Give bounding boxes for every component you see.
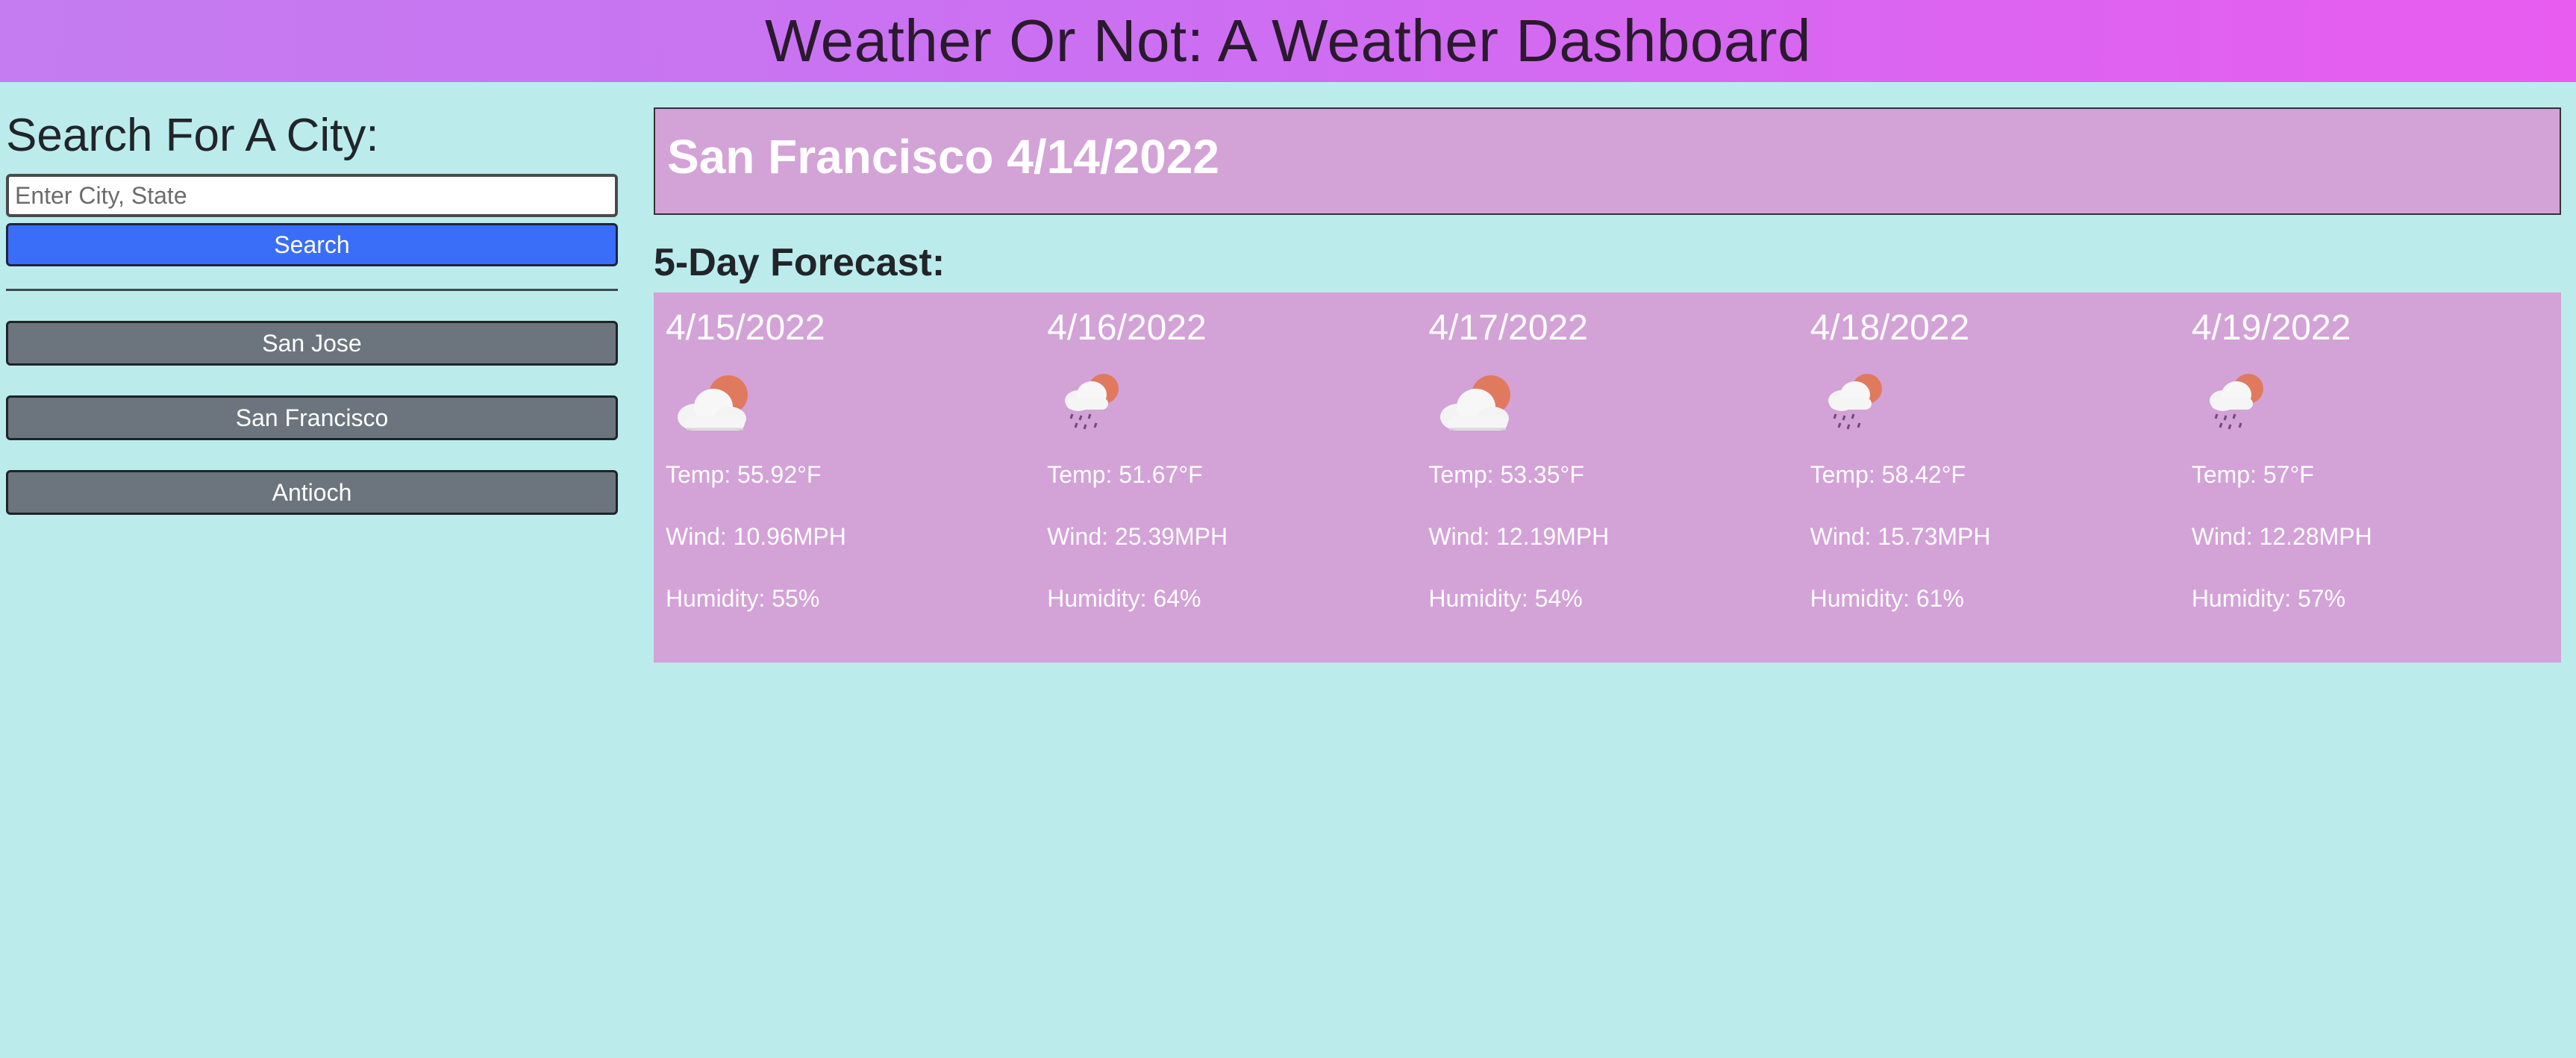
forecast-date: 4/19/2022 [2191, 308, 2351, 348]
forecast-date: 4/15/2022 [666, 308, 825, 348]
forecast-date: 4/17/2022 [1428, 308, 1588, 348]
forecast-row: 4/15/2022 Temp: 55.92°F Wind: 10.96MPH H… [654, 292, 2561, 663]
partly-cloudy-icon [678, 375, 748, 431]
forecast-humidity: Humidity: 64% [1047, 585, 1201, 612]
forecast-card: 4/16/2022 Temp: 51.67°F Wind: 25.39MPH H… [1035, 292, 1416, 663]
current-city-date: San Francisco 4/14/2022 [667, 130, 1219, 184]
forecast-humidity: Humidity: 61% [1810, 585, 1964, 612]
forecast-date: 4/16/2022 [1047, 308, 1207, 348]
forecast-humidity: Humidity: 54% [1428, 585, 1583, 612]
forecast-temp: Temp: 53.35°F [1428, 461, 1584, 488]
city-search-input[interactable] [6, 174, 618, 217]
weather-main: San Francisco 4/14/2022 5-Day Forecast: … [654, 107, 2561, 663]
forecast-temp: Temp: 51.67°F [1047, 461, 1203, 488]
rain-sun-icon [1065, 374, 1119, 430]
search-sidebar: Search For A City: Search San Jose San F… [6, 82, 618, 545]
history-button-antioch[interactable]: Antioch [6, 470, 618, 515]
forecast-card: 4/17/2022 Temp: 53.35°F Wind: 12.19MPH H… [1416, 292, 1798, 663]
forecast-card: 4/15/2022 Temp: 55.92°F Wind: 10.96MPH H… [654, 292, 1035, 663]
sidebar-divider [6, 289, 618, 291]
search-heading: Search For A City: [6, 110, 379, 161]
forecast-humidity: Humidity: 55% [666, 585, 820, 612]
current-weather-panel: San Francisco 4/14/2022 [654, 107, 2561, 215]
forecast-wind: Wind: 25.39MPH [1047, 523, 1228, 550]
app-header: Weather Or Not: A Weather Dashboard [0, 0, 2576, 82]
forecast-wind: Wind: 10.96MPH [666, 523, 846, 550]
search-button[interactable]: Search [6, 223, 618, 266]
forecast-card: 4/19/2022 Temp: 57°F Wind: 12.28MPH Humi… [2180, 292, 2561, 663]
partly-cloudy-icon [1440, 375, 1511, 431]
forecast-temp: Temp: 57°F [2191, 461, 2314, 488]
history-button-san-francisco[interactable]: San Francisco [6, 395, 618, 440]
history-button-san-jose[interactable]: San Jose [6, 321, 618, 366]
page-title: Weather Or Not: A Weather Dashboard [765, 7, 1811, 74]
forecast-card: 4/18/2022 Temp: 58.42°F Wind: 15.73MPH H… [1798, 292, 2180, 663]
forecast-date: 4/18/2022 [1810, 308, 1970, 348]
forecast-heading: 5-Day Forecast: [654, 241, 945, 284]
forecast-wind: Wind: 15.73MPH [1810, 523, 1991, 550]
rain-sun-icon [2209, 374, 2263, 430]
forecast-temp: Temp: 55.92°F [666, 461, 822, 488]
forecast-humidity: Humidity: 57% [2191, 585, 2346, 612]
forecast-wind: Wind: 12.19MPH [1428, 523, 1610, 550]
forecast-wind: Wind: 12.28MPH [2191, 523, 2372, 550]
forecast-temp: Temp: 58.42°F [1810, 461, 1966, 488]
rain-sun-icon [1828, 374, 1882, 430]
